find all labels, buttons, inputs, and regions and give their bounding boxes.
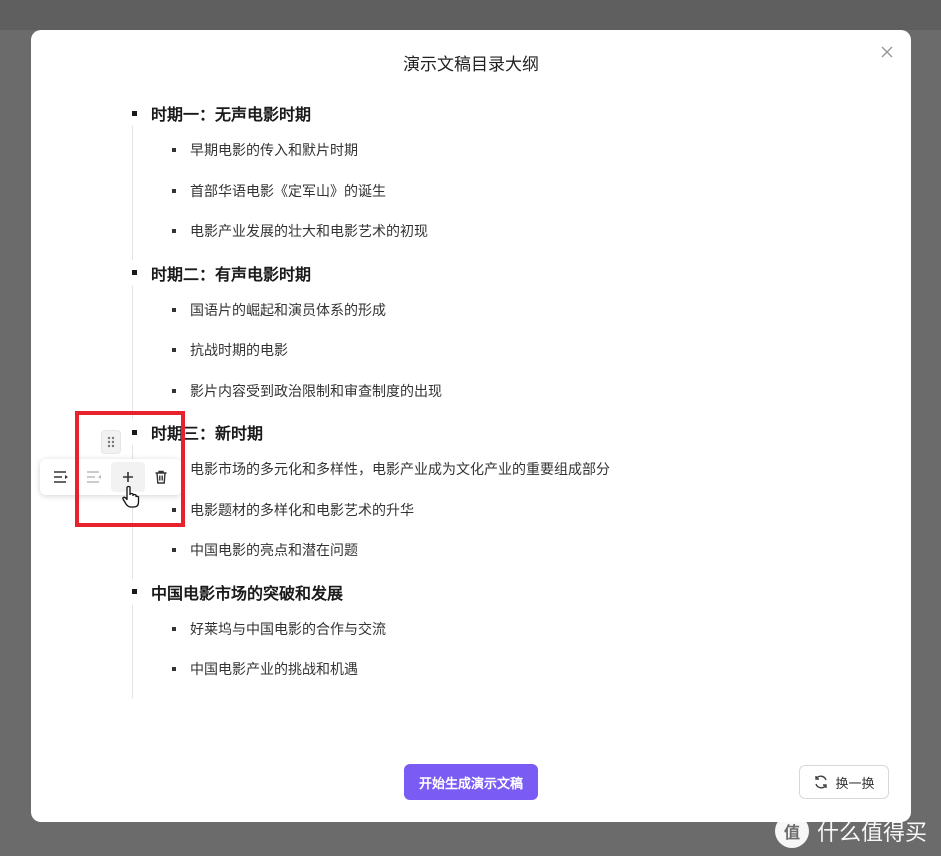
item-toolbar — [40, 459, 182, 495]
list-item[interactable]: 中国电影的亮点和潜在问题 — [133, 530, 911, 571]
outline-section: 时期一：无声电影时期 早期电影的传入和默片时期 首部华语电影《定军山》的诞生 电… — [31, 100, 911, 260]
list-item-text: 首部华语电影《定军山》的诞生 — [190, 183, 386, 200]
delete-item-button[interactable] — [145, 462, 179, 492]
section-title-text: 时期三：新时期 — [151, 424, 264, 443]
modal-title: 演示文稿目录大纲 — [403, 55, 539, 75]
close-button[interactable] — [877, 42, 897, 62]
section-title-text: 中国电影市场的突破和发展 — [151, 583, 344, 603]
section-title-text: 时期二：有声电影时期 — [151, 264, 312, 284]
refresh-label: 换一换 — [835, 776, 875, 792]
trash-icon — [155, 470, 167, 484]
list-item-text: 抗战时期的电影 — [190, 343, 288, 360]
sub-list: 电影市场的多元化和多样性，电影产业成为文化产业的重要组成部分 电影题材的多样化和… — [132, 445, 911, 579]
list-item[interactable]: 中国电影产业的挑战和机遇 — [133, 649, 911, 690]
list-item-text: 影片内容受到政治限制和审查制度的出现 — [190, 383, 442, 400]
list-item[interactable]: 国语片的崛起和演员体系的形成 — [133, 290, 911, 331]
list-item-text: 电影题材的多样化和电影艺术的升华 — [190, 502, 414, 519]
bullet-icon — [132, 110, 137, 116]
list-item[interactable]: 早期电影的传入和默片时期 — [133, 130, 911, 171]
bullet-icon — [172, 307, 176, 312]
list-item-text: 中国电影的亮点和潜在问题 — [190, 543, 358, 560]
bullet-icon — [172, 188, 176, 193]
bullet-icon — [172, 148, 176, 153]
watermark-logo: 值 — [774, 814, 809, 848]
list-item[interactable]: 首部华语电影《定军山》的诞生 — [133, 171, 911, 212]
watermark-text: 什么值得买 — [816, 821, 927, 846]
section-title[interactable]: 时期三：新时期 — [132, 419, 911, 445]
outline-section: 时期三：新时期 电影市场的多元化和多样性，电影产业成为文化产业的重要组成部分 电… — [31, 419, 911, 579]
indent-icon — [53, 471, 68, 483]
list-item-text: 电影产业发展的壮大和电影艺术的初现 — [190, 224, 428, 241]
plus-icon — [122, 472, 133, 482]
bullet-icon — [132, 270, 137, 275]
refresh-button[interactable]: 换一换 — [799, 765, 889, 799]
list-item[interactable]: 电影市场的多元化和多样性，电影产业成为文化产业的重要组成部分 — [133, 449, 911, 490]
list-item[interactable]: 电影题材的多样化和电影艺术的升华 — [133, 490, 911, 531]
bullet-icon — [172, 667, 176, 672]
bullet-icon — [172, 348, 176, 353]
list-item[interactable]: 电影产业发展的壮大和电影艺术的初现 — [133, 211, 911, 252]
bullet-icon — [172, 388, 176, 393]
watermark: 值 什么值得买 — [774, 814, 927, 848]
list-item[interactable]: 影片内容受到政治限制和审查制度的出现 — [133, 371, 911, 412]
indent-button[interactable] — [44, 462, 78, 492]
list-item-text: 中国电影产业的挑战和机遇 — [190, 662, 358, 679]
bullet-icon — [172, 507, 176, 512]
sub-list: 国语片的崛起和演员体系的形成 抗战时期的电影 影片内容受到政治限制和审查制度的出… — [132, 285, 911, 419]
outline-section: 中国电影市场的突破和发展 好莱坞与中国电影的合作与交流 中国电影产业的挑战和机遇 — [31, 579, 911, 698]
backdrop — [0, 0, 941, 30]
sub-list: 好莱坞与中国电影的合作与交流 中国电影产业的挑战和机遇 — [132, 604, 911, 698]
section-title[interactable]: 时期一：无声电影时期 — [132, 100, 911, 126]
bullet-icon — [132, 589, 137, 594]
bullet-icon — [172, 548, 176, 553]
drag-handle[interactable] — [101, 430, 121, 454]
list-item-text: 早期电影的传入和默片时期 — [190, 143, 358, 160]
list-item[interactable]: 抗战时期的电影 — [133, 330, 911, 371]
bullet-icon — [172, 626, 176, 631]
generate-presentation-button[interactable]: 开始生成演示文稿 — [404, 764, 538, 800]
close-icon — [881, 46, 893, 58]
refresh-icon — [815, 775, 828, 789]
bullet-icon — [172, 229, 176, 234]
outdent-button[interactable] — [78, 462, 112, 492]
add-item-button[interactable] — [111, 462, 145, 492]
outdent-icon — [87, 471, 102, 483]
outline-section: 时期二：有声电影时期 国语片的崛起和演员体系的形成 抗战时期的电影 影片内容受到… — [31, 260, 911, 419]
section-title-text: 时期一：无声电影时期 — [151, 105, 312, 124]
bullet-icon — [132, 429, 137, 435]
drag-dots-icon — [107, 436, 115, 448]
list-item-text: 电影市场的多元化和多样性，电影产业成为文化产业的重要组成部分 — [190, 462, 610, 479]
list-item-text: 好莱坞与中国电影的合作与交流 — [190, 621, 386, 638]
list-item[interactable]: 好莱坞与中国电影的合作与交流 — [133, 609, 911, 650]
outline-modal: 演示文稿目录大纲 时期一：无声电影时期 早期电影的传入和默片时期 首部华语电影《… — [31, 30, 911, 822]
section-title[interactable]: 中国电影市场的突破和发展 — [132, 579, 911, 605]
list-item-text: 国语片的崛起和演员体系的形成 — [190, 302, 386, 319]
outline-list: 时期一：无声电影时期 早期电影的传入和默片时期 首部华语电影《定军山》的诞生 电… — [31, 100, 911, 698]
sub-list: 早期电影的传入和默片时期 首部华语电影《定军山》的诞生 电影产业发展的壮大和电影… — [132, 126, 911, 260]
section-title[interactable]: 时期二：有声电影时期 — [132, 260, 911, 286]
